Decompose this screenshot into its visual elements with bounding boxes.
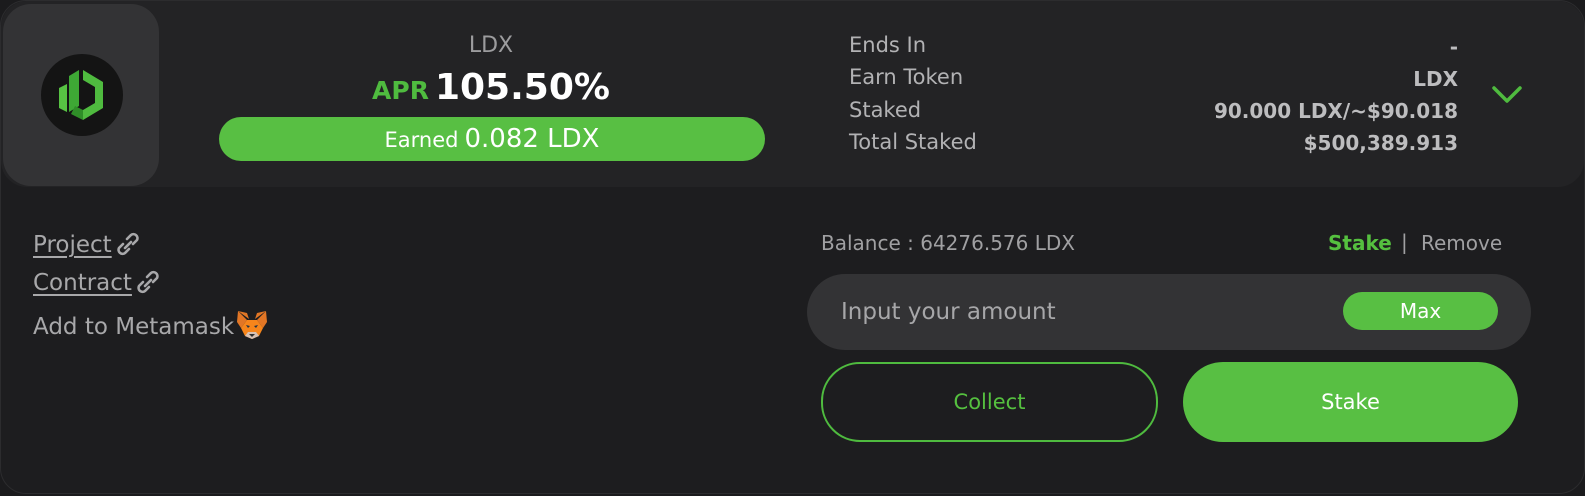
stake-button[interactable]: Stake [1183, 362, 1518, 442]
staked-value: 90.000 LDX/~$90.018 [1213, 99, 1458, 123]
token-logo-tile [3, 4, 159, 186]
ends-in-label: Ends In [849, 33, 927, 57]
project-link-label[interactable]: Project [33, 232, 112, 258]
balance-text: Balance : 64276.576 LDX [821, 231, 1075, 255]
max-button[interactable]: Max [1343, 292, 1498, 330]
apr-row: APR 105.50% [291, 67, 691, 108]
apr-label: APR [372, 76, 429, 105]
apr-value: 105.50% [434, 67, 610, 108]
link-icon [134, 270, 162, 300]
earn-token-label: Earn Token [849, 65, 964, 89]
tab-stake[interactable]: Stake [1328, 231, 1392, 255]
pool-header[interactable]: LDX APR 105.50% Earned 0.082 LDX Ends In -… [1, 1, 1584, 187]
earned-banner: Earned 0.082 LDX [219, 117, 765, 161]
add-to-metamask-label[interactable]: Add to Metamask [33, 314, 234, 340]
tab-remove[interactable]: Remove [1421, 231, 1502, 255]
contract-link[interactable]: Contract [33, 270, 162, 300]
total-staked-label: Total Staked [849, 130, 977, 154]
pool-token-name: LDX [468, 33, 514, 58]
contract-link-label[interactable]: Contract [33, 270, 132, 296]
earn-token-value: LDX [1413, 67, 1458, 91]
ldx-logo-icon [41, 54, 123, 136]
ends-in-value: - [1449, 35, 1458, 59]
pool-card: LDX APR 105.50% Earned 0.082 LDX Ends In -… [0, 0, 1585, 494]
add-to-metamask-link[interactable]: Add to Metamask [33, 308, 269, 348]
total-staked-value: $500,389.913 [1303, 131, 1458, 155]
tab-divider: | [1401, 230, 1408, 254]
staked-label: Staked [849, 98, 922, 122]
chevron-down-icon[interactable] [1489, 81, 1525, 107]
link-icon [114, 232, 142, 262]
amount-field: Max [807, 274, 1531, 350]
fox-icon [235, 308, 269, 348]
collect-button[interactable]: Collect [821, 362, 1158, 442]
earned-label: Earned [384, 128, 459, 152]
amount-input[interactable] [839, 288, 1323, 336]
project-link[interactable]: Project [33, 232, 142, 262]
earned-value: 0.082 LDX [464, 124, 600, 154]
